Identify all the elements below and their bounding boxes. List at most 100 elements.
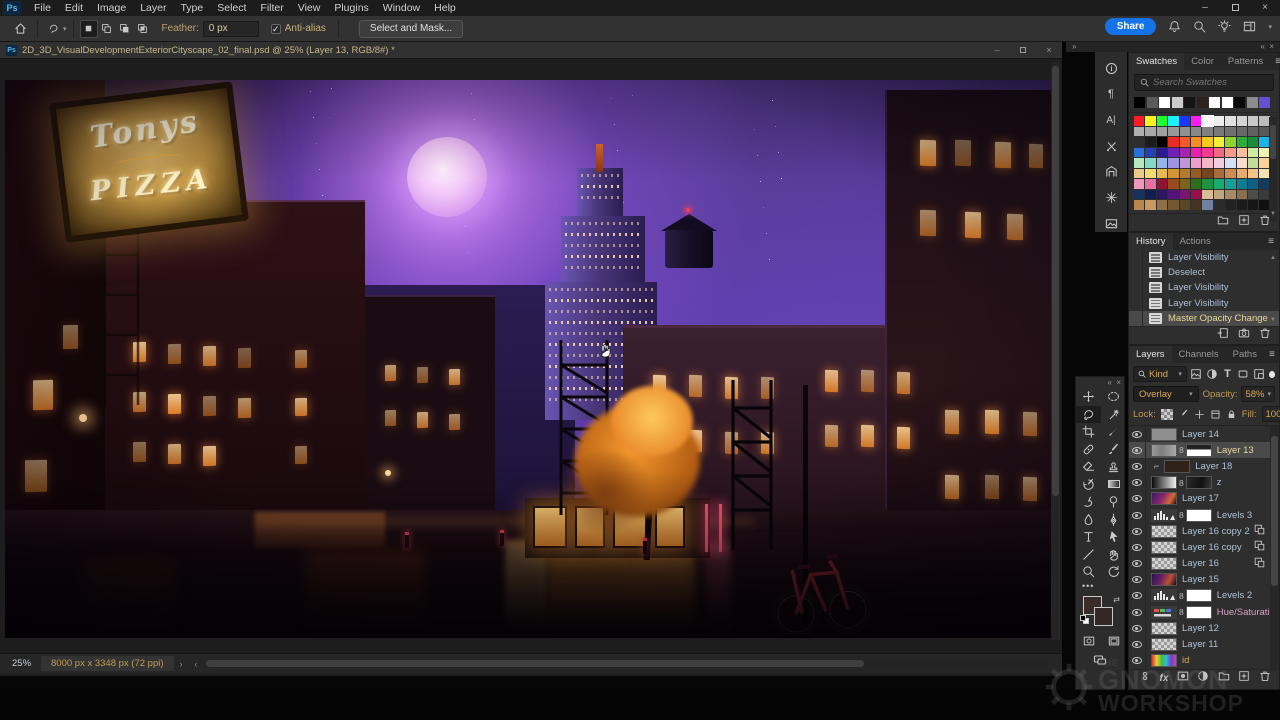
opacity-dropdown[interactable]: 58% ▾ bbox=[1241, 386, 1275, 402]
layer-thumbnail[interactable] bbox=[1151, 509, 1177, 522]
lock-transparency-icon[interactable] bbox=[1161, 408, 1173, 421]
swatch[interactable] bbox=[1259, 97, 1270, 108]
layer-row[interactable]: Layer 17 bbox=[1129, 491, 1279, 507]
selection-mode-add-icon[interactable] bbox=[98, 20, 116, 38]
swatch[interactable] bbox=[1191, 148, 1201, 158]
zoom-level[interactable]: 25% bbox=[0, 658, 41, 669]
toolbar-header[interactable]: « × bbox=[1076, 377, 1124, 388]
swatch[interactable] bbox=[1134, 158, 1144, 168]
filter-pixel-layers-icon[interactable] bbox=[1190, 367, 1203, 382]
more-tools-icon[interactable]: ••• bbox=[1076, 581, 1124, 593]
swatch[interactable] bbox=[1180, 190, 1190, 200]
layer-row[interactable]: ⌐Layer 18 bbox=[1129, 458, 1279, 474]
swatch[interactable] bbox=[1225, 116, 1235, 126]
swatch[interactable] bbox=[1145, 179, 1155, 189]
selection-mode-subtract-icon[interactable] bbox=[116, 20, 134, 38]
layer-visibility-eye-icon[interactable] bbox=[1129, 523, 1146, 539]
history-tab-actions[interactable]: Actions bbox=[1173, 233, 1218, 250]
bell-icon[interactable] bbox=[1168, 20, 1181, 33]
swatch[interactable] bbox=[1247, 97, 1258, 108]
canvas[interactable]: Tonys PIZZA bbox=[5, 80, 1053, 638]
layer-thumbnail[interactable] bbox=[1151, 492, 1177, 505]
swatch[interactable] bbox=[1202, 127, 1212, 137]
filter-type-layers-icon[interactable]: T bbox=[1221, 367, 1234, 382]
layer-row[interactable]: Layer 16 copy 2 bbox=[1129, 523, 1279, 539]
swatch[interactable] bbox=[1248, 200, 1258, 210]
swatch[interactable] bbox=[1168, 190, 1178, 200]
filter-toggle[interactable] bbox=[1269, 371, 1275, 378]
swatch[interactable] bbox=[1180, 179, 1190, 189]
swatch[interactable] bbox=[1225, 148, 1235, 158]
swatch[interactable] bbox=[1134, 127, 1144, 137]
swatch[interactable] bbox=[1180, 137, 1190, 147]
crop-tool[interactable] bbox=[1076, 423, 1101, 441]
swatch[interactable] bbox=[1248, 158, 1258, 168]
swatch[interactable] bbox=[1168, 127, 1178, 137]
menu-filter[interactable]: Filter bbox=[253, 0, 290, 16]
swatch[interactable] bbox=[1214, 169, 1224, 179]
swatch[interactable] bbox=[1145, 127, 1155, 137]
swatch[interactable] bbox=[1172, 97, 1183, 108]
add-mask-icon[interactable] bbox=[1177, 669, 1189, 687]
swatch[interactable] bbox=[1134, 169, 1144, 179]
menu-plugins[interactable]: Plugins bbox=[327, 0, 375, 16]
swatch[interactable] bbox=[1168, 200, 1178, 210]
new-doc-from-state-icon[interactable] bbox=[1217, 326, 1229, 344]
swatch[interactable] bbox=[1145, 190, 1155, 200]
swatch[interactable] bbox=[1180, 169, 1190, 179]
lock-pixels-icon[interactable] bbox=[1178, 408, 1189, 421]
swatch[interactable] bbox=[1168, 169, 1178, 179]
healing-tool[interactable] bbox=[1076, 441, 1101, 459]
marquee-tool[interactable] bbox=[1101, 388, 1126, 406]
layer-name[interactable]: Layer 14 bbox=[1182, 429, 1219, 440]
layer-mask-thumbnail[interactable] bbox=[1186, 589, 1212, 602]
screen-mode-icon[interactable] bbox=[1101, 633, 1126, 651]
swatch[interactable] bbox=[1157, 127, 1167, 137]
swatch[interactable] bbox=[1237, 179, 1247, 189]
swatch[interactable] bbox=[1209, 97, 1220, 108]
path-select-tool[interactable] bbox=[1101, 528, 1126, 546]
blur-tool[interactable] bbox=[1076, 511, 1101, 529]
zoom-tool[interactable] bbox=[1076, 563, 1101, 581]
swatch[interactable] bbox=[1191, 137, 1201, 147]
swatch[interactable] bbox=[1234, 97, 1245, 108]
swatch[interactable] bbox=[1225, 200, 1235, 210]
menu-image[interactable]: Image bbox=[90, 0, 133, 16]
swatch[interactable] bbox=[1191, 169, 1201, 179]
filter-adjustment-layers-icon[interactable] bbox=[1206, 367, 1219, 382]
layer-name[interactable]: Layer 12 bbox=[1182, 623, 1219, 634]
document-tab[interactable]: Ps 2D_3D_VisualDevelopmentExteriorCitysc… bbox=[0, 42, 1062, 59]
menu-type[interactable]: Type bbox=[173, 0, 210, 16]
blend-mode-dropdown[interactable]: Overlay ▾ bbox=[1133, 386, 1199, 402]
layer-row[interactable]: Layer 16 bbox=[1129, 556, 1279, 572]
sync-icon[interactable] bbox=[1076, 650, 1124, 671]
layers-scrollbar[interactable] bbox=[1270, 426, 1279, 669]
tool-presets-panel-icon[interactable] bbox=[1100, 138, 1122, 155]
swatch[interactable] bbox=[1134, 116, 1144, 126]
new-group-icon[interactable] bbox=[1218, 669, 1230, 687]
swatch[interactable] bbox=[1225, 179, 1235, 189]
layers-tab-channels[interactable]: Channels bbox=[1172, 346, 1226, 363]
swatch[interactable] bbox=[1225, 137, 1235, 147]
workspace-switcher-icon[interactable] bbox=[1243, 20, 1256, 33]
horizontal-scrollbar[interactable] bbox=[204, 659, 1048, 668]
photos-panel-icon[interactable] bbox=[1100, 215, 1122, 232]
swatch[interactable] bbox=[1237, 116, 1247, 126]
swatch[interactable] bbox=[1180, 158, 1190, 168]
filter-shape-layers-icon[interactable] bbox=[1237, 367, 1250, 382]
layer-name[interactable]: Layer 16 bbox=[1182, 558, 1219, 569]
adjustments-panel-icon[interactable] bbox=[1100, 189, 1122, 206]
swatch[interactable] bbox=[1168, 116, 1178, 126]
document-info[interactable]: 8000 px x 3348 px (72 ppi) bbox=[41, 656, 174, 671]
swatch[interactable] bbox=[1214, 127, 1224, 137]
eraser-tool[interactable] bbox=[1076, 458, 1101, 476]
layer-row[interactable]: 8Levels 3 bbox=[1129, 507, 1279, 523]
menu-layer[interactable]: Layer bbox=[133, 0, 173, 16]
layer-visibility-eye-icon[interactable] bbox=[1129, 588, 1146, 604]
restore-window-icon[interactable] bbox=[1220, 0, 1250, 16]
swatch[interactable] bbox=[1214, 137, 1224, 147]
layer-name[interactable]: Layer 11 bbox=[1182, 639, 1218, 650]
swatch[interactable] bbox=[1197, 97, 1208, 108]
search-icon[interactable] bbox=[1193, 20, 1206, 33]
swatch[interactable] bbox=[1145, 200, 1155, 210]
